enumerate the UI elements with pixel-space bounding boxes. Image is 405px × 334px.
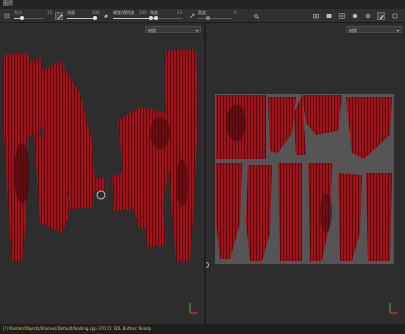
width-label: 宽度 [198, 10, 206, 15]
pan-icon[interactable] [3, 12, 11, 20]
angle-slider[interactable] [150, 16, 182, 20]
angle-slider-knob[interactable] [154, 16, 158, 20]
softness-slider[interactable] [113, 16, 153, 20]
softness-label: 硬度/透明度 [113, 10, 135, 15]
opacity-slider[interactable] [67, 16, 97, 20]
app-title: 图层 [3, 1, 14, 7]
brush-toolbar: 大小 15 流量 100 硬度/透明度 100 角度 23 宽度 0 [0, 9, 405, 23]
size-value: 15 [47, 10, 53, 15]
opacity-slider-knob[interactable] [93, 16, 97, 20]
eraser-icon[interactable] [102, 12, 110, 20]
curtain-3d-model [4, 49, 198, 314]
size-slider[interactable] [14, 16, 44, 20]
size-slider-knob[interactable] [20, 16, 24, 20]
app-titlebar: 图层 [0, 0, 405, 9]
opacity-label: 流量 [67, 10, 75, 15]
angle-value: 23 [177, 10, 183, 15]
width-slider-knob[interactable] [206, 16, 210, 20]
viewport-3d[interactable]: 材质 ▾ [0, 23, 204, 324]
expand-icon[interactable] [391, 12, 399, 20]
camera-view-icon[interactable] [325, 12, 333, 20]
settings-icon[interactable] [364, 12, 372, 20]
softness-value: 100 [139, 10, 147, 15]
angle-label: 角度 [150, 10, 158, 15]
record-icon[interactable] [351, 12, 359, 20]
brush-icon[interactable] [55, 12, 63, 20]
fill-icon[interactable] [252, 12, 260, 20]
width-slider[interactable] [198, 16, 232, 20]
projection-icon[interactable] [188, 12, 196, 20]
viewport-uv[interactable]: 材质 ▾ [206, 23, 405, 324]
brush-active-icon[interactable] [377, 12, 385, 20]
width-value: 0 [234, 10, 237, 15]
opacity-value: 100 [92, 10, 100, 15]
status-text: [!] Painter/Objects/Shelves/Default/load… [3, 326, 152, 331]
uv-texture-sheet [206, 94, 398, 314]
camera-icon[interactable] [312, 12, 320, 20]
grid-icon[interactable] [338, 12, 346, 20]
status-bar: [!] Painter/Objects/Shelves/Default/load… [0, 324, 405, 334]
